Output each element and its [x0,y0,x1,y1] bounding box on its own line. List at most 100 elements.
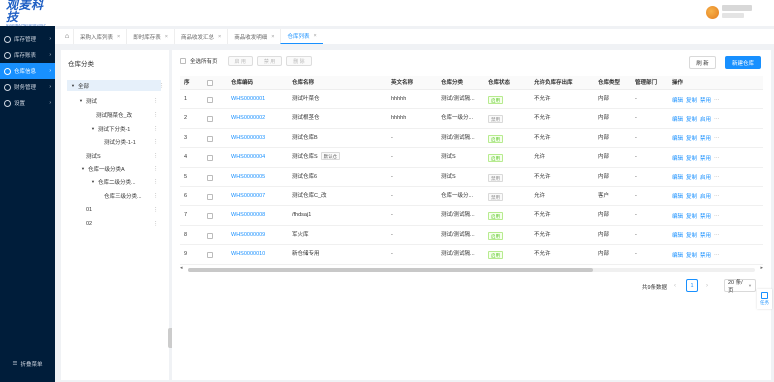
page-current[interactable]: 1 [686,279,698,292]
avatar[interactable] [706,6,719,19]
more-icon[interactable]: ⋮ [153,193,159,199]
toggle-status-link[interactable]: 禁用 [700,154,711,162]
close-icon[interactable]: × [313,33,316,39]
more-actions-icon[interactable]: ··· [714,116,720,122]
collapse-menu-button[interactable]: ☰ 折叠菜单 [0,360,55,368]
refresh-button[interactable]: 刷 新 [689,56,716,69]
copy-link[interactable]: 复制 [686,192,697,200]
caret-down-icon[interactable]: ▼ [79,98,83,103]
scroll-right-icon[interactable]: ▸ [760,265,763,271]
next-page-icon[interactable]: › [706,283,708,289]
tree-node[interactable]: ▼ 全部 ⋮ [67,80,165,91]
sidebar-item-4[interactable]: 设置 › [0,95,55,111]
copy-link[interactable]: 复制 [686,251,697,259]
tab-0[interactable]: 采购入库列表 × [73,29,126,44]
edit-link[interactable]: 编辑 [672,231,683,239]
row-checkbox[interactable] [207,97,213,103]
batch-disable-button[interactable]: 禁 用 [256,56,283,66]
warehouse-code-link[interactable]: WHS0000008 [231,206,265,225]
scroll-left-icon[interactable]: ◂ [180,265,183,271]
warehouse-code-link[interactable]: WHS0000003 [231,129,265,148]
toggle-status-link[interactable]: 禁用 [700,231,711,239]
copy-link[interactable]: 复制 [686,154,697,162]
row-checkbox[interactable] [207,155,213,162]
batch-enable-button[interactable]: 启 用 [227,56,253,66]
more-actions-icon[interactable]: ··· [714,174,720,180]
toggle-status-link[interactable]: 禁用 [700,134,711,142]
tab-4[interactable]: 仓库列表 × [280,29,323,44]
tree-node[interactable]: 测试分类-1-1 ⋮ [61,136,161,147]
table-row[interactable]: 7 WHS0000008/fhdsaj1 - 测试/测试隔... 启用 不允许 内部 - 编辑复… [180,206,763,226]
scroll-thumb[interactable] [188,268,593,272]
more-actions-icon[interactable]: ··· [714,135,720,141]
warehouse-code-link[interactable]: WHS0000002 [231,109,265,128]
toggle-status-link[interactable]: 禁用 [700,96,711,104]
warehouse-code-link[interactable]: WHS0000001 [231,90,265,109]
table-row[interactable]: 1 WHS0000001 测试叶菜仓 hhhhh 测试/测试隔... 启用 不允许 内部 - 编辑… [180,90,763,110]
table-row[interactable]: 3 WHS0000003 测试仓库B - 测试/测试隔... 启用 不允许 内部 - 编辑 复制 禁用… [180,129,763,149]
edit-link[interactable]: 编辑 [672,96,683,104]
caret-down-icon[interactable]: ▼ [91,179,95,184]
page-size-select[interactable]: 20 条/页 ▼ [724,279,756,294]
tree-node[interactable]: ▼ 测试 ⋮ [61,95,161,106]
close-icon[interactable]: × [117,34,120,40]
edit-link[interactable]: 编辑 [672,212,683,220]
row-checkbox[interactable] [207,116,213,123]
more-actions-icon[interactable]: ··· [714,232,720,238]
tab-2[interactable]: 商品收发汇总 × [173,29,227,44]
toggle-status-link[interactable]: 启用 [700,192,711,200]
more-actions-icon[interactable]: ··· [714,155,720,161]
table-row[interactable]: 5 WHS0000005 测试仓库6 - 测试S 禁用 不允许 内部 - 编辑 复制 启用 ··· [180,168,763,187]
warehouse-code-link[interactable]: WHS0000004 [231,148,265,167]
new-warehouse-button[interactable]: 新建仓库 [725,56,761,69]
edit-link[interactable]: 编辑 [672,134,683,142]
more-actions-icon[interactable]: ··· [714,97,720,103]
more-actions-icon[interactable]: ··· [714,252,720,258]
home-icon[interactable]: ⌂ [61,33,73,40]
caret-down-icon[interactable]: ▼ [81,166,85,171]
table-row[interactable]: 6 WHS0000007 测试仓库C_改 - 仓库一级分... 禁用 允许 客户 - 编辑 复制 启用… [180,187,763,207]
warehouse-code-link[interactable]: WHS0000007 [231,187,265,206]
row-checkbox[interactable] [207,252,213,259]
toggle-status-link[interactable]: 启用 [700,173,711,181]
header-checkbox[interactable] [207,80,213,86]
more-actions-icon[interactable]: ··· [714,193,720,199]
tree-node[interactable]: 仓库三级分类... ⋮ [61,190,161,201]
row-checkbox[interactable] [207,135,213,142]
edit-link[interactable]: 编辑 [672,115,683,123]
close-icon[interactable]: × [271,34,274,40]
row-checkbox[interactable] [207,232,213,239]
table-row[interactable]: 9 WHS0000010 新仓储专用 - 测试/测试隔... 启用 不允许 内部 - 编辑 复制 禁用… [180,245,763,265]
more-icon[interactable]: ⋮ [153,98,159,104]
copy-link[interactable]: 复制 [686,231,697,239]
tree-node[interactable]: ▼ 仓库二级分类... ⋮ [61,176,161,187]
warehouse-code-link[interactable]: WHS0000010 [231,245,265,264]
row-checkbox[interactable] [207,213,213,220]
copy-link[interactable]: 复制 [686,115,697,123]
batch-delete-button[interactable]: 删 除 [286,56,312,66]
caret-down-icon[interactable]: ▼ [71,83,75,88]
warehouse-code-link[interactable]: WHS0000005 [231,168,265,187]
tree-node[interactable]: 测试隔菜仓_改 ⋮ [61,109,161,120]
copy-link[interactable]: 复制 [686,173,697,181]
table-row[interactable]: 4 WHS0000004 测试仓库S 默认仓 - 测试S 启用 允许 内部 - 编辑 复制 禁用 ··· [180,148,763,168]
float-task-button[interactable]: 任务 [757,289,772,309]
more-icon[interactable]: ⋮ [153,153,159,159]
edit-link[interactable]: 编辑 [672,192,683,200]
tree-node[interactable]: 01 ⋮ [61,204,161,215]
prev-page-icon[interactable]: ‹ [674,283,676,289]
tab-3[interactable]: 商品收发明细 × [227,29,280,44]
tree-node[interactable]: 测试S ⋮ [61,150,161,161]
tree-node[interactable]: ▼ 测试下分类-1 ⋮ [61,123,161,134]
more-icon[interactable]: ⋮ [153,221,159,227]
copy-link[interactable]: 复制 [686,212,697,220]
row-checkbox[interactable] [207,174,213,181]
horizontal-scrollbar[interactable]: ◂ ▸ [180,265,763,273]
more-icon[interactable]: ⋮ [153,166,159,172]
select-all-checkbox[interactable] [180,58,186,64]
sidebar-item-1[interactable]: 库存账表 › [0,47,55,63]
more-icon[interactable]: ⋮ [153,207,159,213]
toggle-status-link[interactable]: 禁用 [700,212,711,220]
sidebar-item-0[interactable]: 库存管理 › [0,31,55,47]
row-checkbox[interactable] [207,193,213,200]
